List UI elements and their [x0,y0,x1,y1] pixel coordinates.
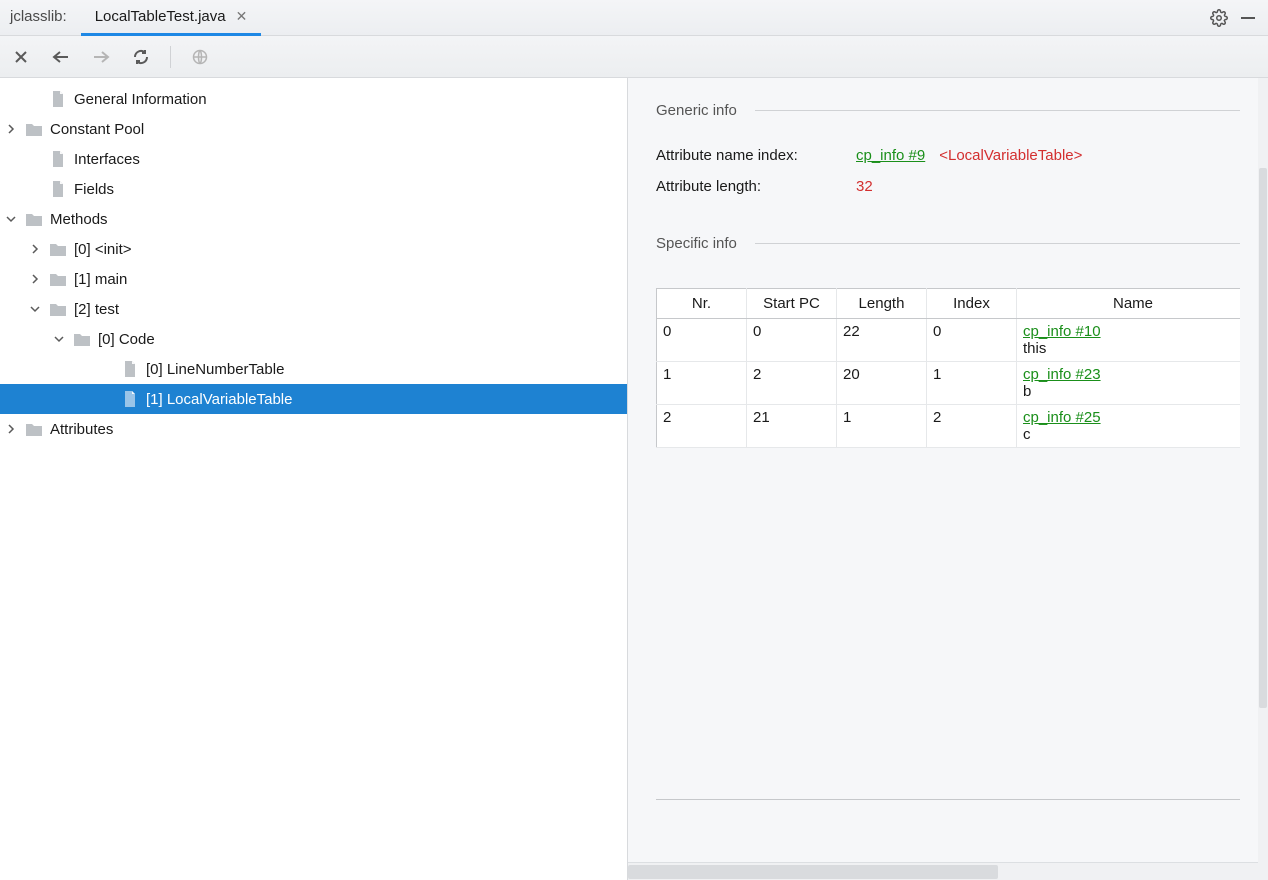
table-row[interactable]: 22112cp_info #25c [657,405,1241,448]
attr-length-label: Attribute length: [656,178,856,195]
attr-name-index-desc: <LocalVariableTable> [939,147,1082,164]
folder-icon [24,422,44,436]
detail-pane: Generic info Attribute name index: cp_in… [628,78,1268,880]
tree-label: Interfaces [74,151,140,168]
tree-label: [0] LineNumberTable [146,361,284,378]
tree-label: [0] <init> [74,241,132,258]
attr-length-value: 32 [856,178,873,195]
globe-button[interactable] [189,46,211,68]
name-cell: cp_info #25c [1017,405,1241,448]
variable-name: this [1023,340,1240,357]
minimize-icon[interactable] [1240,10,1256,26]
table-cell: 22 [837,319,927,362]
tree-row[interactable]: Methods [0,204,627,234]
toolbar [0,36,1268,78]
tree-row[interactable]: Attributes [0,414,627,444]
column-header[interactable]: Length [837,289,927,319]
cp-info-link[interactable]: cp_info #23 [1023,366,1101,383]
folder-icon [48,272,68,286]
app-name-label: jclasslib: [0,0,81,35]
tree-label: Methods [50,211,108,228]
tree-row[interactable]: Interfaces [0,144,627,174]
chevron-down-icon[interactable] [6,214,24,224]
tree-row[interactable]: [2] test [0,294,627,324]
folder-icon [24,122,44,136]
file-icon [48,151,68,167]
file-icon [120,361,140,377]
vertical-scrollbar[interactable] [1258,78,1268,880]
tab-active[interactable]: LocalTableTest.java ✕ [81,0,262,35]
tree-row[interactable]: [0] Code [0,324,627,354]
column-header[interactable]: Name [1017,289,1241,319]
folder-icon [24,212,44,226]
tree-pane: General Information Constant Pool Interfac… [0,78,628,880]
tree-row[interactable]: Constant Pool [0,114,627,144]
tree-row[interactable]: [1] main [0,264,627,294]
forward-button[interactable] [90,46,112,68]
section-header-generic: Generic info [656,102,1240,119]
table-row[interactable]: 00220cp_info #10this [657,319,1241,362]
chevron-right-icon[interactable] [6,424,24,434]
file-icon [120,391,140,407]
table-cell: 20 [837,362,927,405]
tab-label: LocalTableTest.java [95,8,226,25]
tree-row[interactable]: General Information [0,84,627,114]
tab-bar: jclasslib: LocalTableTest.java ✕ [0,0,1268,36]
close-icon[interactable]: ✕ [236,8,248,25]
tree-label: Constant Pool [50,121,144,138]
table-cell: 0 [927,319,1017,362]
tree-label: Attributes [50,421,113,438]
horizontal-scrollbar[interactable] [628,862,1268,880]
chevron-right-icon[interactable] [6,124,24,134]
section-header-specific: Specific info [656,235,1240,252]
table-row[interactable]: 12201cp_info #23b [657,362,1241,405]
back-button[interactable] [50,46,72,68]
name-cell: cp_info #23b [1017,362,1241,405]
chevron-right-icon[interactable] [30,274,48,284]
tree-row[interactable]: [0] <init> [0,234,627,264]
table-cell: 2 [747,362,837,405]
cp-info-link[interactable]: cp_info #10 [1023,323,1101,340]
chevron-right-icon[interactable] [30,244,48,254]
local-variable-table: Nr.Start PCLengthIndexName 00220cp_info … [656,288,1240,448]
folder-icon [72,332,92,346]
tree-row[interactable]: [1] LocalVariableTable [0,384,627,414]
folder-icon [48,302,68,316]
table-cell: 2 [927,405,1017,448]
tree-label: [1] LocalVariableTable [146,391,292,408]
column-header[interactable]: Start PC [747,289,837,319]
tree-label: [0] Code [98,331,155,348]
attr-name-index-label: Attribute name index: [656,147,856,164]
table-cell: 1 [837,405,927,448]
file-icon [48,181,68,197]
tree-label: Fields [74,181,114,198]
table-cell: 1 [657,362,747,405]
table-cell: 2 [657,405,747,448]
variable-name: c [1023,426,1240,443]
chevron-down-icon[interactable] [54,334,72,344]
column-header[interactable]: Nr. [657,289,747,319]
gear-icon[interactable] [1210,9,1228,27]
table-cell: 0 [747,319,837,362]
table-cell: 1 [927,362,1017,405]
tree-row[interactable]: [0] LineNumberTable [0,354,627,384]
tree-row[interactable]: Fields [0,174,627,204]
tree-label: [2] test [74,301,119,318]
refresh-button[interactable] [130,46,152,68]
folder-icon [48,242,68,256]
chevron-down-icon[interactable] [30,304,48,314]
table-cell: 0 [657,319,747,362]
table-cell: 21 [747,405,837,448]
name-cell: cp_info #10this [1017,319,1241,362]
close-button[interactable] [10,46,32,68]
file-icon [48,91,68,107]
column-header[interactable]: Index [927,289,1017,319]
attr-name-index-link[interactable]: cp_info #9 [856,147,925,164]
tree-label: General Information [74,91,207,108]
tree-label: [1] main [74,271,127,288]
separator [170,46,171,68]
variable-name: b [1023,383,1240,400]
cp-info-link[interactable]: cp_info #25 [1023,409,1101,426]
